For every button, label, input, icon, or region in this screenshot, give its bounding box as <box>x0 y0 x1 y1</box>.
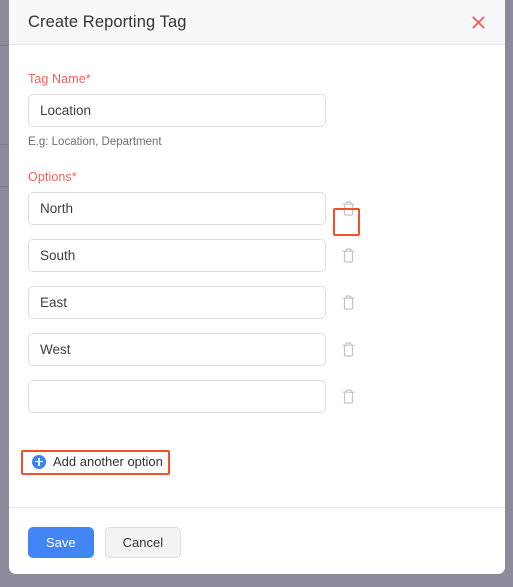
option-input-5[interactable] <box>28 380 326 413</box>
trash-icon[interactable] <box>335 383 361 411</box>
background-page <box>0 0 9 587</box>
option-input-1[interactable] <box>28 192 326 225</box>
option-input-2[interactable] <box>28 239 326 272</box>
tag-name-input[interactable] <box>28 94 326 127</box>
option-row <box>28 286 486 319</box>
close-icon[interactable] <box>467 11 489 33</box>
option-row <box>28 239 486 272</box>
options-label: Options* <box>28 170 77 184</box>
trash-icon[interactable] <box>335 195 361 223</box>
save-button[interactable]: Save <box>28 527 94 558</box>
tag-name-label: Tag Name* <box>28 72 91 86</box>
cancel-button[interactable]: Cancel <box>104 527 182 558</box>
trash-icon[interactable] <box>335 289 361 317</box>
option-row <box>28 333 486 366</box>
create-reporting-tag-dialog: Create Reporting Tag Tag Name* E.g: Loca… <box>9 0 505 574</box>
add-another-option-button[interactable]: Add another option <box>32 451 163 472</box>
option-input-3[interactable] <box>28 286 326 319</box>
option-row <box>28 380 486 413</box>
add-another-option-label: Add another option <box>53 454 163 469</box>
dialog-header: Create Reporting Tag <box>9 0 505 45</box>
trash-icon[interactable] <box>335 336 361 364</box>
tag-name-hint: E.g: Location, Department <box>28 136 162 148</box>
dialog-footer: Save Cancel <box>9 507 505 558</box>
plus-circle-icon <box>32 454 46 469</box>
trash-icon[interactable] <box>335 242 361 270</box>
option-input-4[interactable] <box>28 333 326 366</box>
dialog-body: Tag Name* E.g: Location, Department Opti… <box>9 45 505 507</box>
dialog-title: Create Reporting Tag <box>28 12 187 31</box>
option-row <box>28 192 486 225</box>
